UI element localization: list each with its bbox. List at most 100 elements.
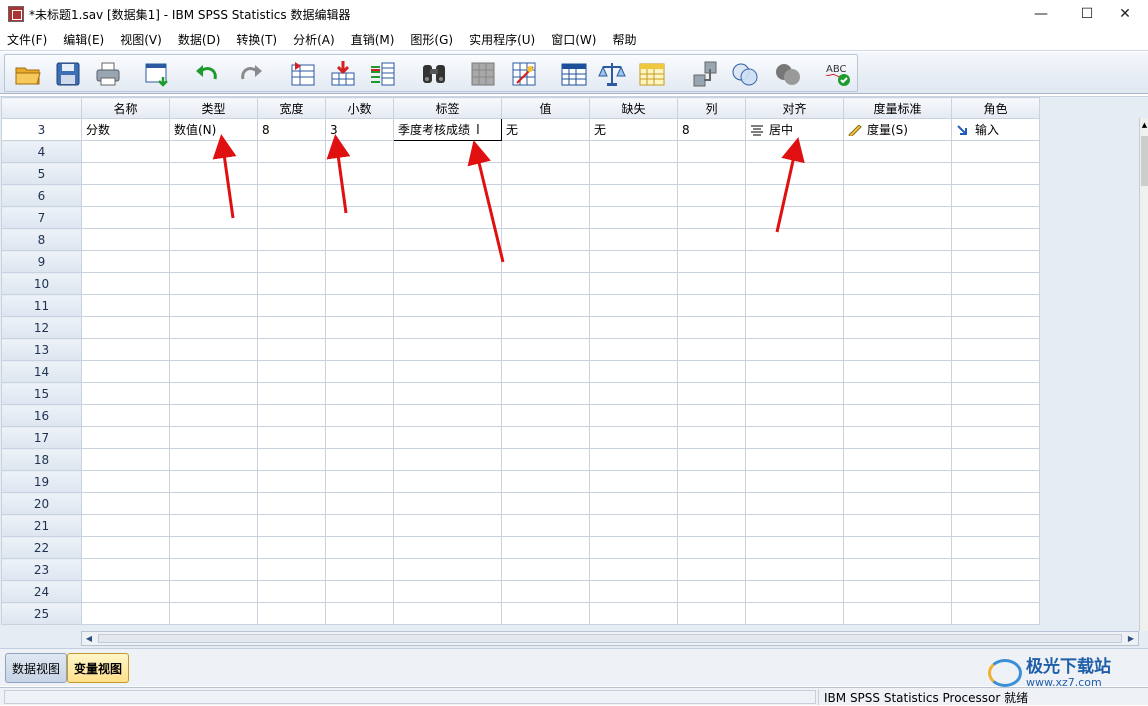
grid-cell[interactable]	[81, 514, 170, 537]
grid-cell[interactable]	[951, 404, 1040, 427]
cell-type[interactable]: 数值(N)	[169, 118, 258, 141]
grid-cell[interactable]	[501, 360, 590, 383]
grid-cell[interactable]	[501, 558, 590, 581]
grid-cell[interactable]	[325, 536, 394, 559]
grid-cell[interactable]	[677, 294, 746, 317]
grid-cell[interactable]	[81, 382, 170, 405]
cell-width[interactable]: 8	[257, 118, 326, 141]
grid-cell[interactable]	[589, 294, 678, 317]
vertical-scrollbar[interactable]: ▲	[1139, 118, 1148, 631]
grid-cell[interactable]	[677, 250, 746, 273]
menu-file[interactable]: 文件(F)	[0, 31, 55, 48]
grid-cell[interactable]	[677, 470, 746, 493]
grid-cell[interactable]	[951, 514, 1040, 537]
grid-cell[interactable]	[843, 580, 952, 603]
grid-cell[interactable]	[393, 536, 502, 559]
find-icon[interactable]	[418, 59, 450, 89]
grid-cell[interactable]	[257, 514, 326, 537]
row-header[interactable]: 6	[1, 184, 82, 207]
cell-missing[interactable]: 无	[589, 118, 678, 141]
grid-cell[interactable]	[81, 602, 170, 625]
grid-cell[interactable]	[257, 602, 326, 625]
grid-cell[interactable]	[589, 536, 678, 559]
grid-cell[interactable]	[81, 162, 170, 185]
row-header[interactable]: 13	[1, 338, 82, 361]
grid-cell[interactable]	[677, 404, 746, 427]
grid-cell[interactable]	[325, 492, 394, 515]
grid-cell[interactable]	[745, 272, 844, 295]
row-header[interactable]: 12	[1, 316, 82, 339]
grid-cell[interactable]	[501, 316, 590, 339]
grid-cell[interactable]	[325, 140, 394, 163]
grid-cell[interactable]	[169, 382, 258, 405]
horizontal-scrollbar[interactable]: ◀ ▶	[81, 631, 1139, 646]
grid-cell[interactable]	[169, 272, 258, 295]
goto-variable-icon[interactable]	[327, 59, 359, 89]
open-folder-icon[interactable]	[12, 59, 44, 89]
grid-cell[interactable]	[677, 162, 746, 185]
grid-cell[interactable]	[745, 206, 844, 229]
grid-cell[interactable]	[589, 360, 678, 383]
grid-cell[interactable]	[257, 426, 326, 449]
grid-cell[interactable]	[589, 470, 678, 493]
grid-cell[interactable]	[257, 338, 326, 361]
row-header[interactable]: 7	[1, 206, 82, 229]
grid-cell[interactable]	[843, 140, 952, 163]
grid-cell[interactable]	[843, 404, 952, 427]
grid-cell[interactable]	[501, 382, 590, 405]
grid-cell[interactable]	[257, 294, 326, 317]
split-file-icon[interactable]	[558, 59, 590, 89]
grid-cell[interactable]	[589, 558, 678, 581]
grid-cell[interactable]	[843, 228, 952, 251]
grid-cell[interactable]	[951, 162, 1040, 185]
grid-cell[interactable]	[745, 382, 844, 405]
cell-align[interactable]: 居中	[745, 118, 844, 141]
grid-cell[interactable]	[325, 316, 394, 339]
scroll-right-icon[interactable]: ▶	[1124, 632, 1138, 645]
grid-cell[interactable]	[257, 250, 326, 273]
grid-cell[interactable]	[843, 514, 952, 537]
grid-cell[interactable]	[81, 338, 170, 361]
grid-cell[interactable]	[393, 558, 502, 581]
row-header[interactable]: 20	[1, 492, 82, 515]
cell-name[interactable]: 分数	[81, 118, 170, 141]
grid-cell[interactable]	[745, 470, 844, 493]
grid-cell[interactable]	[843, 206, 952, 229]
grid-cell[interactable]	[951, 448, 1040, 471]
grid-cell[interactable]	[81, 426, 170, 449]
row-header[interactable]: 9	[1, 250, 82, 273]
row-header[interactable]: 24	[1, 580, 82, 603]
grid-cell[interactable]	[745, 602, 844, 625]
grid-cell[interactable]	[81, 272, 170, 295]
grid-cell[interactable]	[393, 228, 502, 251]
grid-cell[interactable]	[393, 492, 502, 515]
grid-cell[interactable]	[257, 360, 326, 383]
grid-cell[interactable]	[501, 492, 590, 515]
row-header[interactable]: 19	[1, 470, 82, 493]
row-header[interactable]: 21	[1, 514, 82, 537]
grid-cell[interactable]	[843, 558, 952, 581]
grid-cell[interactable]	[393, 360, 502, 383]
grid-cell[interactable]	[501, 338, 590, 361]
grid-cell[interactable]	[169, 206, 258, 229]
grid-cell[interactable]	[257, 162, 326, 185]
save-icon[interactable]	[52, 59, 84, 89]
row-header[interactable]: 22	[1, 536, 82, 559]
grid-cell[interactable]	[677, 492, 746, 515]
grid-cell[interactable]	[257, 382, 326, 405]
select-cases-icon[interactable]	[636, 59, 668, 89]
grid-cell[interactable]	[81, 294, 170, 317]
grid-cell[interactable]	[169, 294, 258, 317]
grid-cell[interactable]	[501, 448, 590, 471]
menu-help[interactable]: 帮助	[604, 31, 644, 48]
insert-cases-icon[interactable]	[467, 59, 499, 89]
grid-cell[interactable]	[951, 184, 1040, 207]
grid-cell[interactable]	[257, 316, 326, 339]
grid-cell[interactable]	[951, 140, 1040, 163]
horizontal-scroll-thumb[interactable]	[98, 634, 1122, 643]
cell-role[interactable]: 输入	[951, 118, 1040, 141]
grid-cell[interactable]	[677, 536, 746, 559]
row-header[interactable]: 14	[1, 360, 82, 383]
grid-cell[interactable]	[677, 140, 746, 163]
grid-cell[interactable]	[325, 404, 394, 427]
